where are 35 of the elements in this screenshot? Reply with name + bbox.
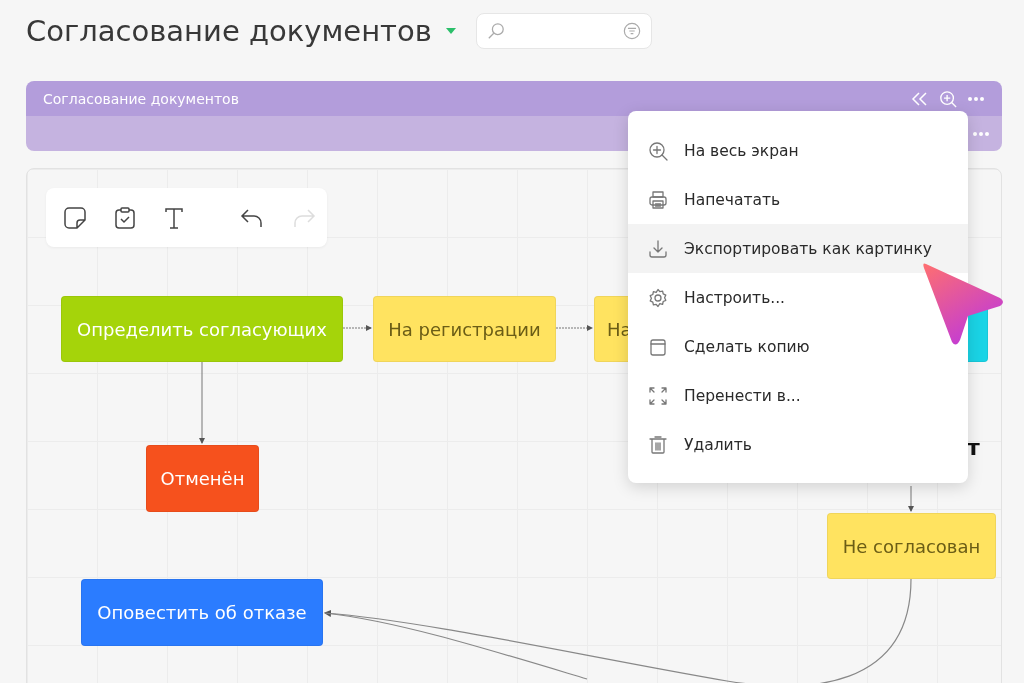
diagram-node: Определить согласующих [61,296,343,362]
copy-icon [648,336,668,357]
search-icon [486,22,505,40]
gear-icon [648,287,668,308]
download-icon [648,238,668,259]
menu-item[interactable]: Удалить [628,420,968,469]
more-icon[interactable] [967,95,985,102]
diagram-node: Оповестить об отказе [81,579,323,646]
zoom-in-icon[interactable] [939,89,957,108]
trash-icon [648,434,668,455]
diagram-node: Не согласован [827,513,996,579]
filter-icon[interactable] [622,22,641,40]
board-title: Согласование документов [43,90,240,107]
connector-arrow [342,325,372,331]
menu-item[interactable]: Перенести в... [628,371,968,420]
menu-item[interactable]: На весь экран [628,126,968,175]
collapse-icon[interactable] [911,90,929,107]
clipboard-check-icon[interactable] [114,206,136,229]
menu-item[interactable]: Напечатать [628,175,968,224]
connector-arrow [908,485,914,512]
caret-icon[interactable] [445,28,456,34]
node-label: т [967,435,980,460]
move-icon [648,385,668,406]
undo-icon[interactable] [240,207,264,228]
more-icon[interactable] [972,130,990,137]
diagram-node: На регистрации [373,296,556,362]
zoom-icon [648,140,668,161]
print-icon [648,189,668,210]
connector-arrow [555,325,593,331]
search-field[interactable] [475,13,652,49]
text-tool-icon[interactable] [164,206,184,229]
page-title: Согласование документов [26,14,432,48]
menu-item[interactable]: Экспортировать как картинку [628,224,968,273]
diagram-node: Отменён [146,445,259,512]
sticky-note-icon[interactable] [64,206,86,229]
